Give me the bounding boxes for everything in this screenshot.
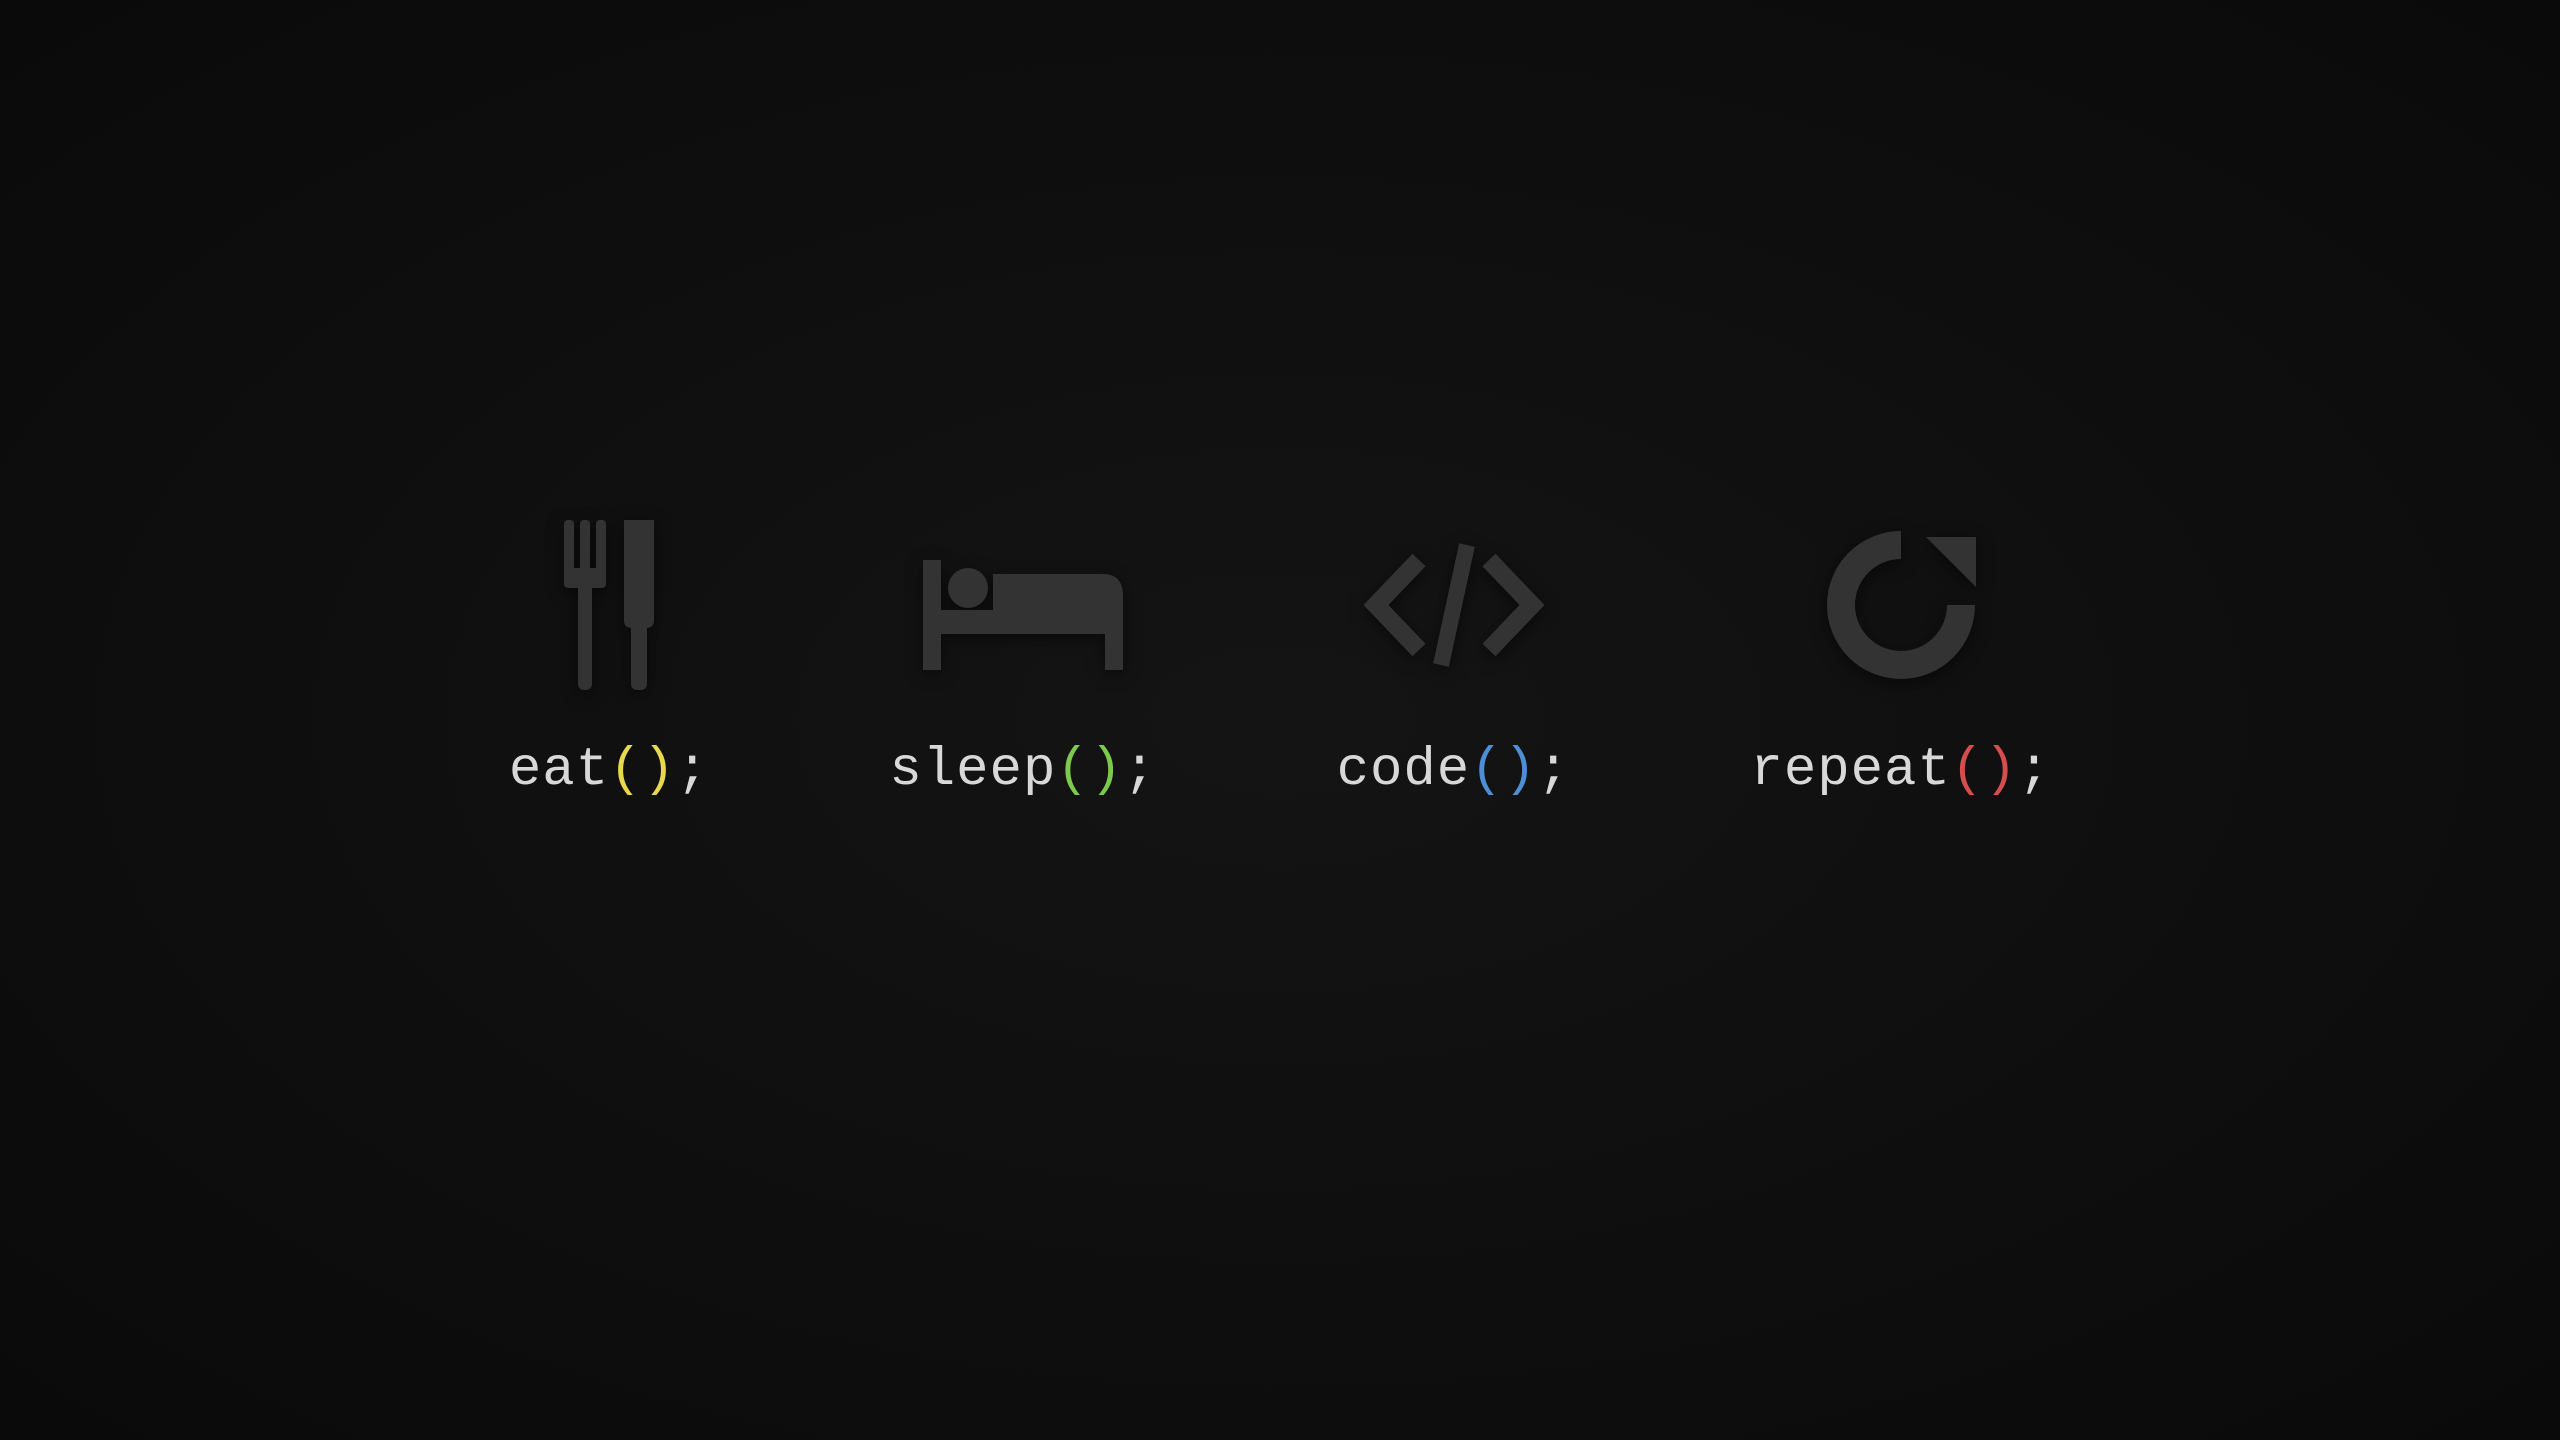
paren-close: ) (643, 740, 676, 801)
paren-close: ) (1090, 740, 1123, 801)
item-label-code: code(); (1337, 740, 1571, 801)
items-row: eat(); sleep(); code(); (509, 520, 2051, 801)
item-eat: eat(); (509, 520, 709, 801)
item-label-sleep: sleep(); (889, 740, 1156, 801)
paren-open: ( (1056, 740, 1089, 801)
item-sleep: sleep(); (889, 520, 1156, 801)
bed-icon (923, 520, 1123, 690)
item-repeat: repeat(); (1750, 520, 2051, 801)
paren-close: ) (1504, 740, 1537, 801)
refresh-icon (1821, 520, 1981, 690)
cutlery-icon (534, 520, 684, 690)
paren-close: ) (1984, 740, 2017, 801)
semicolon: ; (2018, 740, 2051, 801)
word: eat (509, 740, 609, 801)
semicolon: ; (676, 740, 709, 801)
paren-open: ( (1951, 740, 1984, 801)
paren-open: ( (1470, 740, 1503, 801)
item-code: code(); (1337, 520, 1571, 801)
item-label-repeat: repeat(); (1750, 740, 2051, 801)
item-label-eat: eat(); (509, 740, 709, 801)
word: sleep (889, 740, 1056, 801)
word: repeat (1750, 740, 1950, 801)
semicolon: ; (1537, 740, 1570, 801)
word: code (1337, 740, 1471, 801)
paren-open: ( (609, 740, 642, 801)
semicolon: ; (1123, 740, 1156, 801)
code-icon (1364, 520, 1544, 690)
